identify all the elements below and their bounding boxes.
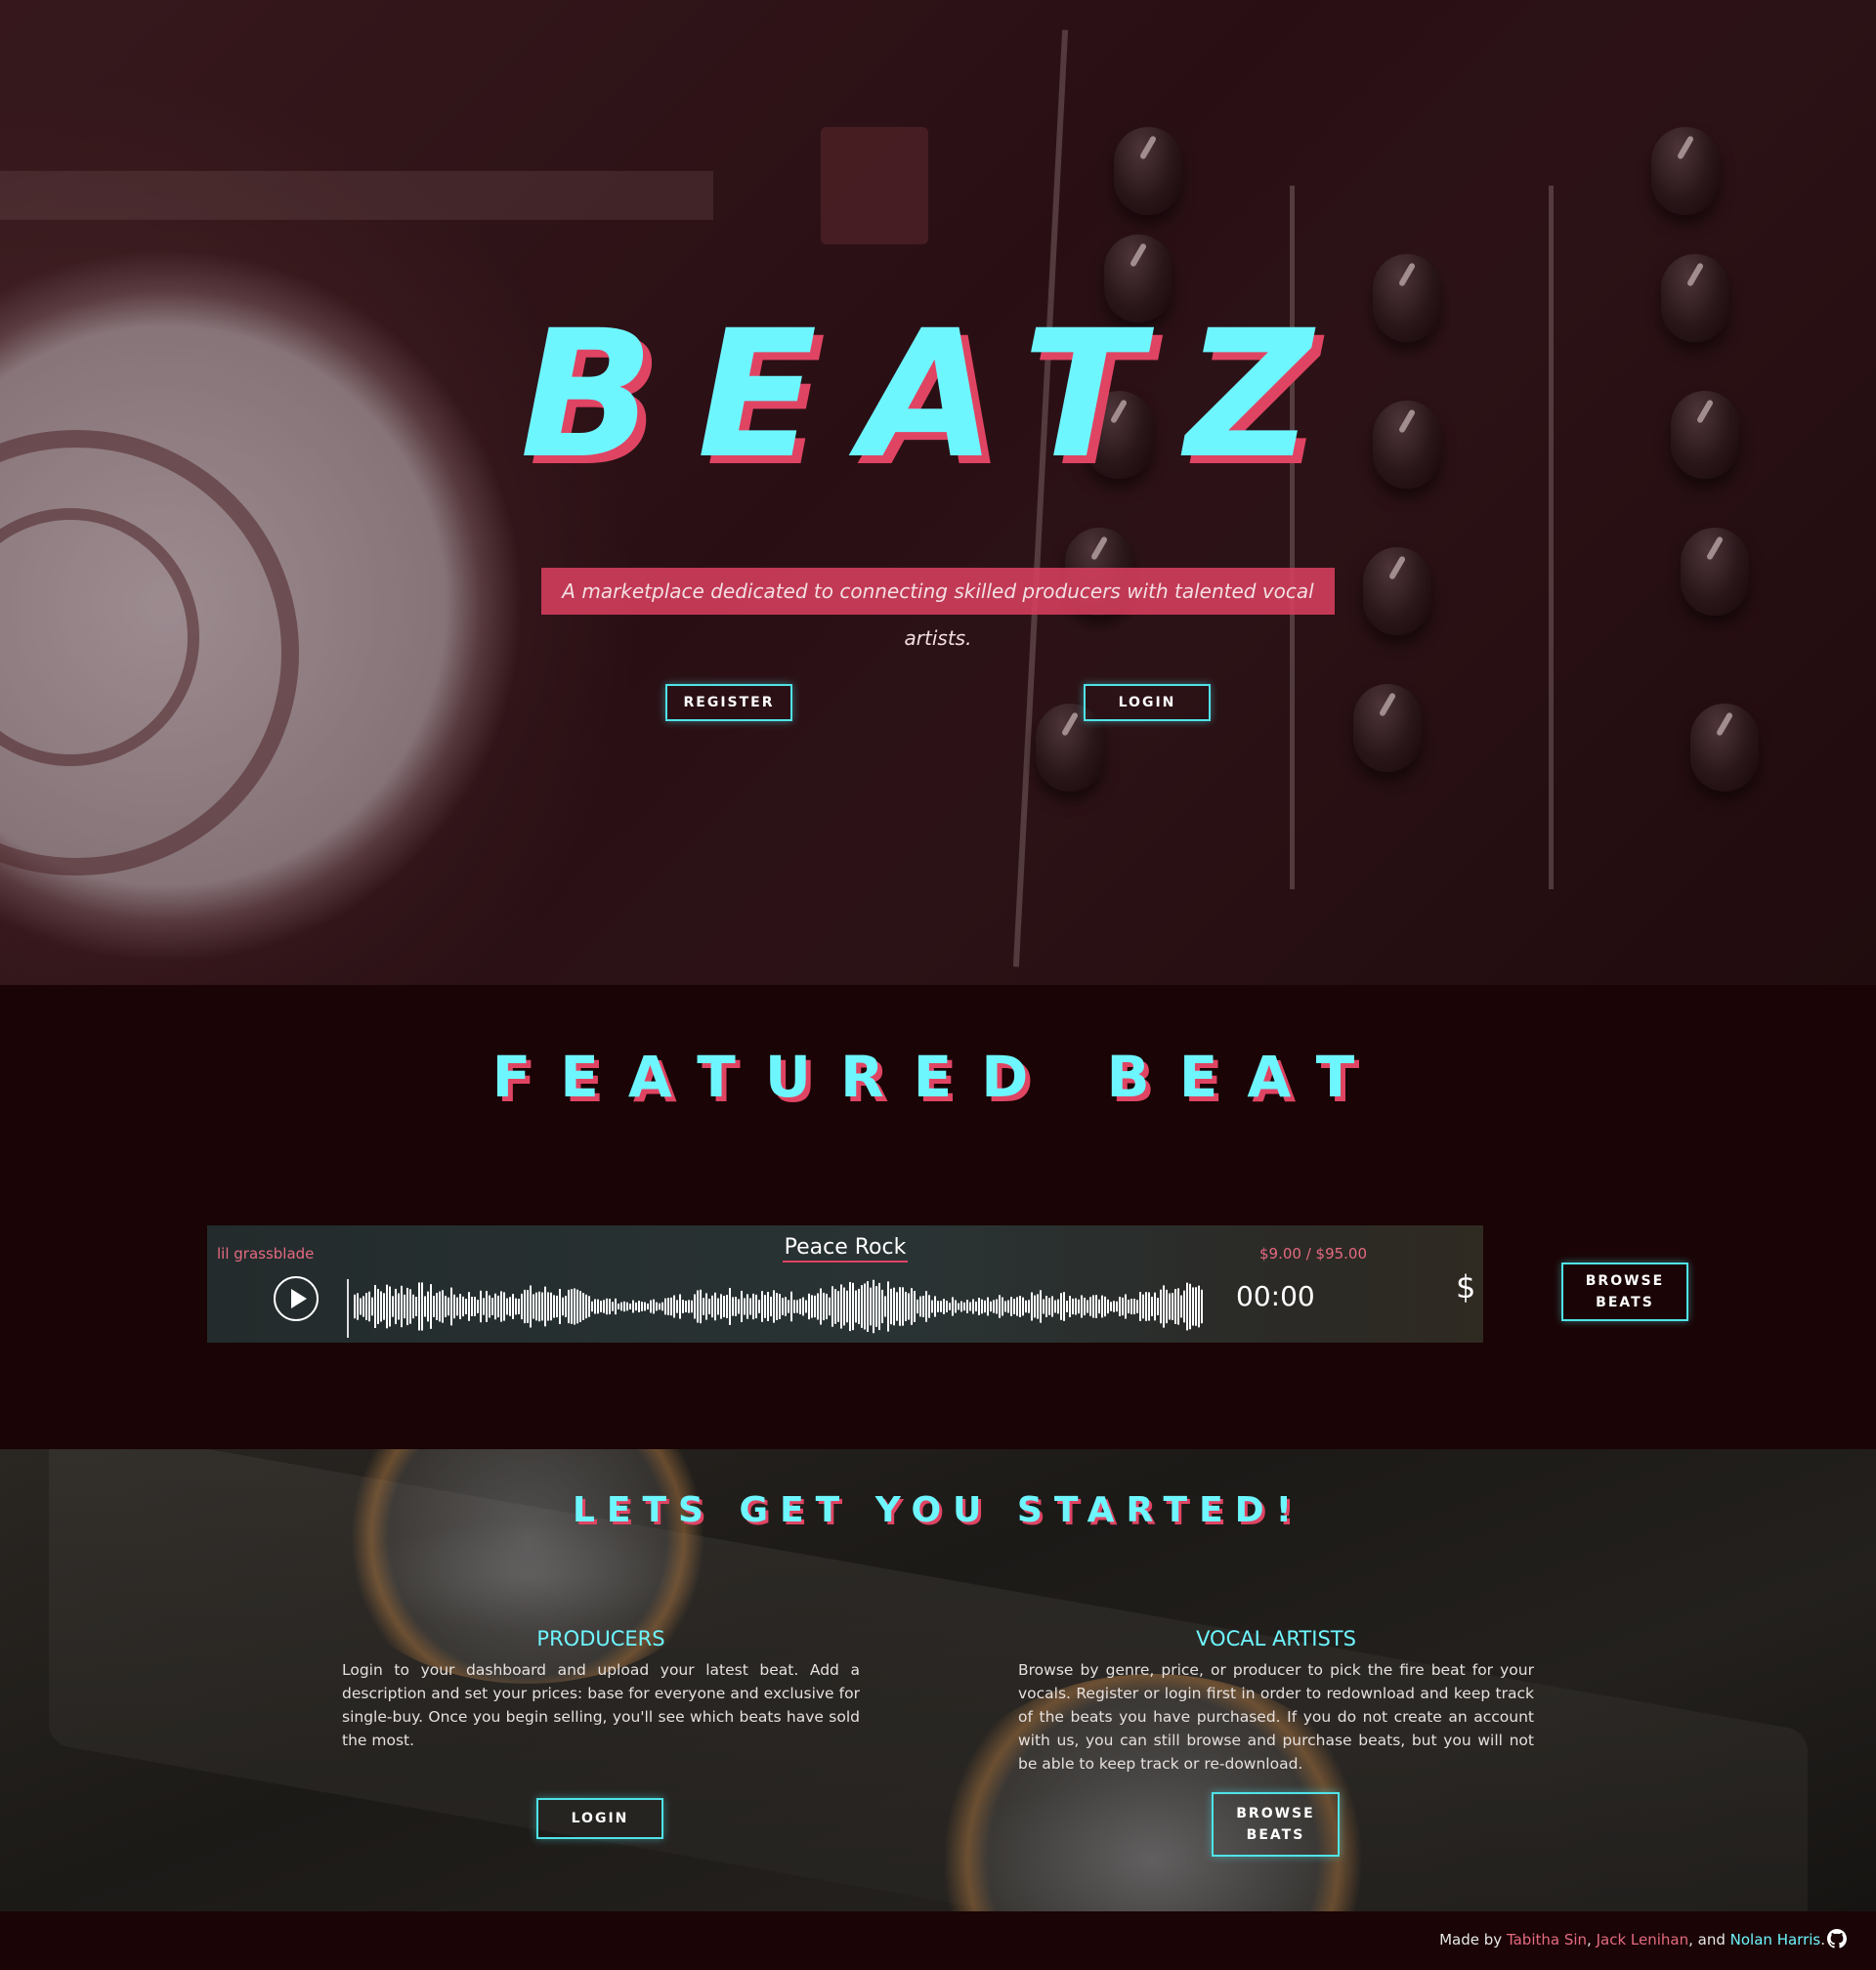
beat-player: lil grassblade Peace Rock $9.00 / $95.00… [207, 1225, 1483, 1343]
github-icon[interactable] [1827, 1929, 1847, 1949]
playback-time: 00:00 [1236, 1280, 1315, 1312]
vocal-browse-label: BROWSE BEATS [1236, 1806, 1315, 1843]
beat-price: $9.00 / $95.00 [1259, 1245, 1368, 1263]
featured-title: FEATURED BEAT [491, 1044, 1385, 1110]
credits: Made by Tabitha Sin, Jack Lenihan, and N… [1439, 1931, 1825, 1949]
vocal-artists-browse-button[interactable]: BROWSE BEATS [1212, 1792, 1340, 1857]
producers-login-button[interactable]: LOGIN [536, 1798, 663, 1839]
waveform[interactable] [352, 1272, 1212, 1341]
featured-beat-section: FEATURED BEAT lil grassblade Peace Rock … [0, 985, 1876, 1449]
author-link-jack[interactable]: Jack Lenihan [1597, 1931, 1689, 1949]
register-button[interactable]: REGISTER [665, 684, 792, 721]
vocal-artists-heading: VOCAL ARTISTS [1196, 1627, 1356, 1650]
author-link-tabitha[interactable]: Tabitha Sin [1507, 1931, 1587, 1949]
browse-beats-button[interactable]: BROWSE BEATS [1561, 1263, 1688, 1321]
playhead-marker [347, 1279, 349, 1338]
producers-heading: PRODUCERS [536, 1627, 665, 1650]
site-logo: BEATZ [520, 293, 1356, 497]
login-button[interactable]: LOGIN [1084, 684, 1211, 721]
hero-tagline: A marketplace dedicated to connecting sk… [541, 568, 1335, 650]
get-started-title: LETS GET YOU STARTED! [572, 1490, 1304, 1530]
author-link-nolan[interactable]: Nolan Harris [1730, 1931, 1821, 1949]
get-started-section: LETS GET YOU STARTED! PRODUCERS Login to… [0, 1449, 1876, 1911]
hero-section: BEATZ A marketplace dedicated to connect… [0, 0, 1876, 985]
buy-icon[interactable]: $ [1456, 1268, 1475, 1306]
producers-text: Login to your dashboard and upload your … [342, 1661, 860, 1749]
browse-beats-label: BROWSE BEATS [1585, 1273, 1665, 1310]
play-icon[interactable] [274, 1276, 319, 1321]
footer: Made by Tabitha Sin, Jack Lenihan, and N… [0, 1911, 1876, 1970]
beat-title: Peace Rock [782, 1235, 909, 1263]
vocal-artists-text: Browse by genre, price, or producer to p… [1018, 1661, 1534, 1773]
